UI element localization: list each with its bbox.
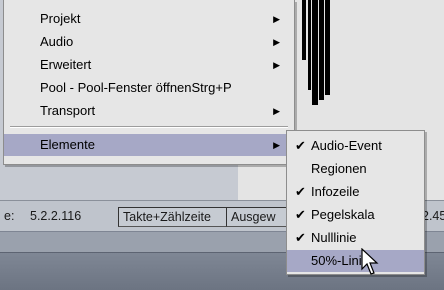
menu-item-label: Projekt [40,11,81,26]
right-value: 2.45 [422,209,444,223]
menu-item-label: Transport [40,103,96,118]
submenu-item-label: Audio-Event [311,138,382,153]
selection-field[interactable]: Ausgew [226,207,292,227]
submenu-item-audio-event[interactable]: ✔ Audio-Event [287,135,424,157]
position-prefix: e: [4,209,15,223]
menu-item-label: Elemente [40,137,95,152]
submenu-item-50-linie[interactable]: 50%-Linie [287,250,424,272]
menu-item-erweitert[interactable]: Erweitert ▶ [4,54,294,76]
menu-item-transport[interactable]: Transport ▶ [4,100,294,122]
submenu-item-nulllinie[interactable]: ✔ Nulllinie [287,227,424,249]
submenu-item-infozeile[interactable]: ✔ Infozeile [287,181,424,203]
submenu-item-label: Nulllinie [311,230,357,245]
menu-separator [10,126,288,128]
submenu-item-label: Regionen [311,161,367,176]
submenu-arrow-icon: ▶ [273,14,280,24]
position-value[interactable]: 5.2.2.116 [30,207,81,225]
checkmark-icon: ✔ [295,184,306,199]
submenu-arrow-icon: ▶ [273,106,280,116]
timebase-field[interactable]: Takte+Zählzeite [118,207,231,227]
checkmark-icon: ✔ [295,230,306,245]
menu-item-label: Pool - Pool-Fenster öffnenStrg+P [40,80,232,95]
submenu-item-label: Infozeile [311,184,360,199]
menu-item-pool[interactable]: Pool - Pool-Fenster öffnenStrg+P [4,77,294,99]
submenu-item-pegelskala[interactable]: ✔ Pegelskala [287,204,424,226]
submenu-arrow-icon: ▶ [273,37,280,47]
submenu-arrow-icon: ▶ [273,140,280,150]
checkmark-icon: ✔ [295,138,306,153]
submenu-item-regionen[interactable]: Regionen [287,158,424,180]
menu-item-projekt[interactable]: Projekt ▶ [4,8,294,30]
menu-item-elemente[interactable]: Elemente ▶ [4,134,294,156]
mouse-pointer-icon [361,248,379,275]
submenu-arrow-icon: ▶ [273,60,280,70]
menu-item-audio[interactable]: Audio ▶ [4,31,294,53]
checkmark-icon: ✔ [295,207,306,222]
elemente-submenu: ✔ Audio-Event Regionen ✔ Infozeile ✔ Peg… [286,130,425,275]
submenu-item-label: Pegelskala [311,207,375,222]
context-menu: Projekt ▶ Audio ▶ Erweitert ▶ Pool - Poo… [3,0,295,165]
menu-item-label: Audio [40,34,74,49]
menu-item-label: Erweitert [40,57,92,72]
